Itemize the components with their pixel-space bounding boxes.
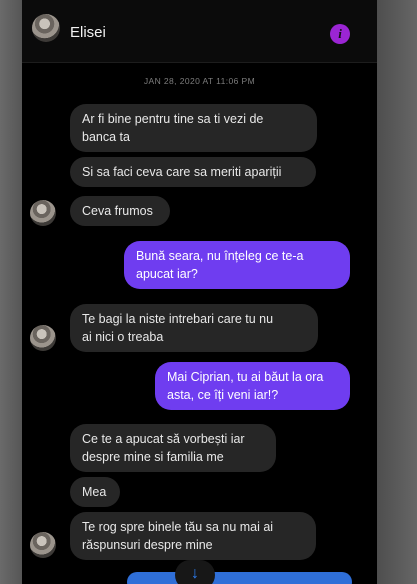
message-incoming[interactable]: Ar fi bine pentru tine sa ti vezi de ban… bbox=[70, 104, 317, 152]
message-incoming[interactable]: Ce te a apucat să vorbești iar despre mi… bbox=[70, 424, 276, 472]
message-incoming[interactable]: Mea bbox=[70, 477, 120, 507]
background-blur-left bbox=[0, 0, 22, 584]
message-incoming[interactable]: Te bagi la niste intrebari care tu nu ai… bbox=[70, 304, 318, 352]
message-text: răspunsuri despre mine bbox=[82, 538, 213, 552]
sender-avatar[interactable] bbox=[30, 325, 56, 351]
message-text: apucat iar? bbox=[136, 267, 198, 281]
message-outgoing[interactable]: Mai Ciprian, tu ai băut la ora asta, ce … bbox=[155, 362, 350, 410]
message-outgoing[interactable]: Bună seara, nu înțeleg ce te-a apucat ia… bbox=[124, 241, 350, 289]
scroll-down-icon[interactable]: ↓ bbox=[175, 560, 215, 584]
contact-name[interactable]: Elisei bbox=[70, 24, 106, 41]
message-text: Mea bbox=[82, 485, 107, 499]
message-text: asta, ce îți veni iar!? bbox=[167, 388, 279, 402]
sender-avatar[interactable] bbox=[30, 532, 56, 558]
message-text: Ar fi bine pentru tine sa ti vezi de bbox=[82, 112, 264, 126]
message-incoming[interactable]: Te rog spre binele tău sa nu mai ai răsp… bbox=[70, 512, 316, 560]
message-outgoing-partial[interactable] bbox=[127, 572, 352, 584]
message-text: ai nici o treaba bbox=[82, 330, 164, 344]
message-text: despre mine si familia me bbox=[82, 450, 224, 464]
info-icon[interactable]: i bbox=[330, 24, 350, 44]
contact-avatar[interactable] bbox=[32, 14, 60, 42]
background-blur-right bbox=[377, 0, 417, 584]
message-text: Bună seara, nu înțeleg ce te-a bbox=[136, 249, 304, 263]
message-incoming[interactable]: Ceva frumos bbox=[70, 196, 170, 226]
timestamp-label: JAN 28, 2020 AT 11:06 PM bbox=[143, 76, 256, 86]
message-text: Te rog spre binele tău sa nu mai ai bbox=[82, 520, 274, 534]
message-text: Ce te a apucat să vorbești iar bbox=[82, 432, 245, 446]
sender-avatar[interactable] bbox=[30, 200, 56, 226]
message-text: Si sa faci ceva care sa meriti apariții bbox=[82, 165, 282, 179]
message-text: Te bagi la niste intrebari care tu nu bbox=[82, 312, 274, 326]
message-text: banca ta bbox=[82, 130, 130, 144]
conversation-screen: Elisei i JAN 28, 2020 AT 11:06 PM Ar fi … bbox=[22, 0, 377, 584]
message-text: Mai Ciprian, tu ai băut la ora bbox=[167, 370, 324, 384]
chat-header: Elisei i bbox=[22, 0, 377, 63]
message-text: Ceva frumos bbox=[82, 204, 153, 218]
message-incoming[interactable]: Si sa faci ceva care sa meriti apariții bbox=[70, 157, 316, 187]
